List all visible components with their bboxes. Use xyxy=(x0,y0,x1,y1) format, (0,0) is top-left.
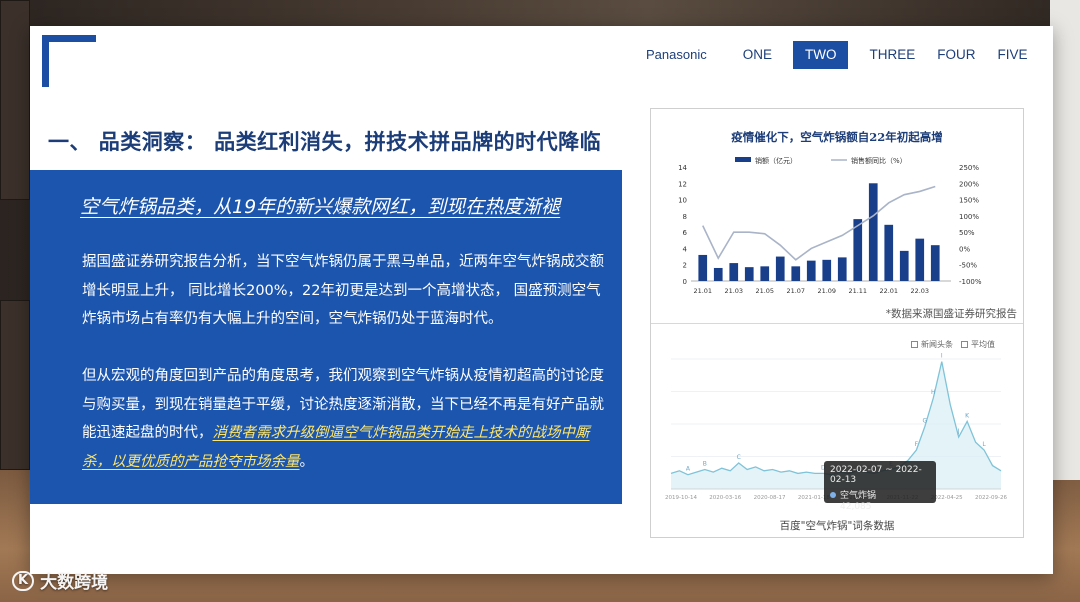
watermark: K 大数跨境 xyxy=(12,568,108,593)
nav-tab-one[interactable]: ONE xyxy=(732,41,783,69)
nav-tab-five[interactable]: FIVE xyxy=(987,41,1039,69)
figure-panel: 疫情催化下，空气炸锅额自22年初起高增 销额（亿元） 销售额同比（%） 0 2 4 6 8 1… xyxy=(650,108,1024,538)
trend-x-tick-label: 2022-09-26 xyxy=(975,495,1007,501)
background-cabinet xyxy=(0,300,30,470)
trend-x-tick-label: 2020-03-16 xyxy=(709,495,741,501)
tooltip-date: 2022-02-07 ~ 2022-02-13 xyxy=(830,465,922,485)
background-cabinet xyxy=(1050,0,1080,480)
trend-x-tick-label: 2020-08-17 xyxy=(754,495,786,501)
trend-x-tick-label: 2019-10-14 xyxy=(665,495,697,501)
trend-annotation: L xyxy=(982,441,986,448)
watermark-logo-icon: K xyxy=(12,570,35,591)
figure-caption: 百度"空气炸锅"词条数据 xyxy=(779,520,895,532)
trend-annotation: B xyxy=(703,461,707,468)
page-title: 一、 品类洞察： 品类红利消失，拼技术拼品牌的时代降临 xyxy=(48,130,602,154)
nav-brand[interactable]: Panasonic xyxy=(635,41,718,69)
panel-subtitle: 空气炸锅品类，从19年的新兴爆款网红，到现在热度渐褪 xyxy=(80,196,561,218)
trend-annotation: C xyxy=(737,454,741,461)
tooltip-series: 空气炸锅 xyxy=(840,491,877,501)
watermark-text: 大数跨境 xyxy=(40,573,109,593)
nav-tab-four[interactable]: FOUR xyxy=(926,41,986,69)
trend-annotation: A xyxy=(686,466,691,473)
paragraph-2: 但从宏观的角度回到产品的角度思考，我们观察到空气炸锅从疫情初超高的讨论度与购买量… xyxy=(82,362,612,476)
trend-annotation: H xyxy=(931,389,936,396)
background-cabinet xyxy=(0,0,30,200)
tooltip-value: 42,085 xyxy=(840,502,872,512)
trend-annotation: F xyxy=(915,441,919,448)
trend-annotation: I xyxy=(941,353,943,360)
paragraph-2-end: 。 xyxy=(299,453,315,470)
trend-annotation: K xyxy=(965,412,970,419)
corner-bracket-icon xyxy=(42,35,96,87)
series-dot-icon xyxy=(830,491,836,498)
trend-annotation: G xyxy=(923,418,928,425)
nav-tab-two[interactable]: TWO xyxy=(792,41,849,69)
trend-annotation: J xyxy=(957,428,960,435)
paragraph-1: 据国盛证券研究报告分析，当下空气炸锅仍属于黑马单品，近两年空气炸锅成交额增长明显… xyxy=(82,254,604,327)
top-nav: Panasonic ONE TWO THREE FOUR FIVE xyxy=(635,41,1039,69)
slide: Panasonic ONE TWO THREE FOUR FIVE 一、 品类洞… xyxy=(30,26,1053,574)
text-panel: 空气炸锅品类，从19年的新兴爆款网红，到现在热度渐褪 据国盛证券研究报告分析，当… xyxy=(30,170,622,504)
nav-tab-three[interactable]: THREE xyxy=(858,41,926,69)
chart-tooltip: 2022-02-07 ~ 2022-02-13 空气炸锅 42,085 xyxy=(824,461,936,512)
